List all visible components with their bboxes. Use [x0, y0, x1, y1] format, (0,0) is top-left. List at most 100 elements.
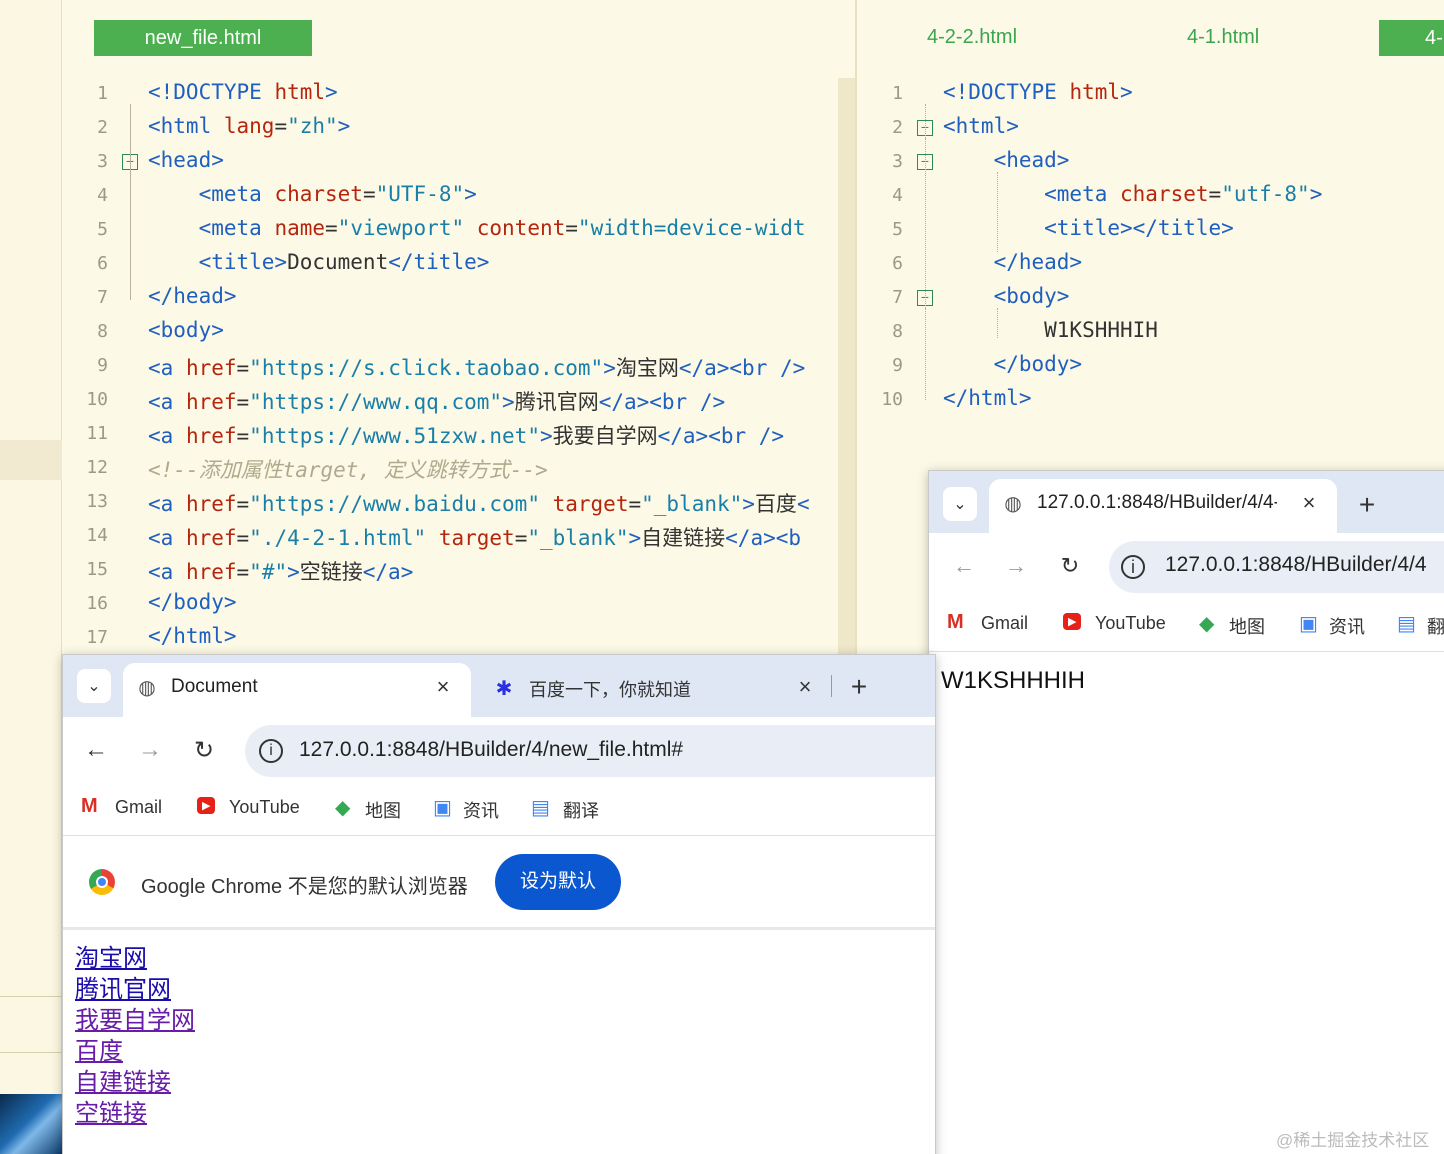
- bookmark-news[interactable]: 资讯: [463, 797, 499, 823]
- code-line[interactable]: <html lang="zh">: [148, 114, 350, 138]
- link-self[interactable]: 自建链接: [75, 1067, 195, 1098]
- line-number: 12: [86, 457, 108, 478]
- bookmark-news[interactable]: 资讯: [1329, 613, 1365, 639]
- bookmark-maps[interactable]: 地图: [1229, 613, 1265, 639]
- code-line[interactable]: <title></title>: [943, 216, 1234, 240]
- close-tab-icon[interactable]: ×: [791, 673, 819, 701]
- code-line[interactable]: <a href="./4-2-1.html" target="_blank">自…: [148, 522, 801, 552]
- site-info-icon[interactable]: i: [1121, 555, 1145, 579]
- close-tab-icon[interactable]: ×: [1295, 489, 1323, 517]
- gmail-icon: M: [947, 611, 964, 633]
- back-icon[interactable]: ←: [947, 549, 981, 583]
- link-qq[interactable]: 腾讯官网: [75, 974, 195, 1005]
- address-bar[interactable]: i 127.0.0.1:8848/HBuilder/4/new_file.htm…: [245, 725, 935, 777]
- bookmark-gmail[interactable]: Gmail: [115, 797, 162, 818]
- line-number: 11: [86, 423, 108, 444]
- line-number: 6: [97, 253, 108, 274]
- chrome-logo-icon: [89, 869, 115, 895]
- code-line[interactable]: <a href="https://s.click.taobao.com">淘宝网…: [148, 352, 805, 382]
- code-line[interactable]: <meta charset="utf-8">: [943, 182, 1322, 206]
- code-line[interactable]: <!--添加属性target, 定义跳转方式-->: [148, 454, 548, 484]
- globe-icon: ◍: [1004, 492, 1022, 515]
- code-line[interactable]: <html>: [943, 114, 1019, 138]
- code-line[interactable]: <body>: [943, 284, 1070, 308]
- code-line[interactable]: <meta charset="UTF-8">: [148, 182, 477, 206]
- project-sidebar: [0, 0, 62, 1154]
- tab-4-2-2[interactable]: 4-2-2.html: [927, 26, 1017, 49]
- code-line[interactable]: <a href="https://www.qq.com">腾讯官网</a><br…: [148, 386, 725, 416]
- line-number: 1: [892, 83, 903, 104]
- code-line[interactable]: W1KSHHHIH: [943, 318, 1158, 342]
- code-line[interactable]: <meta name="viewport" content="width=dev…: [148, 216, 806, 240]
- code-line[interactable]: </body>: [148, 590, 237, 614]
- sidebar-row[interactable]: [0, 440, 62, 480]
- new-tab-icon[interactable]: +: [841, 669, 877, 705]
- code-line[interactable]: <head>: [943, 148, 1070, 172]
- link-empty[interactable]: 空链接: [75, 1098, 195, 1129]
- code-line[interactable]: <head>: [148, 148, 224, 172]
- code-line[interactable]: <!DOCTYPE html>: [148, 80, 338, 104]
- code-line[interactable]: </body>: [943, 352, 1083, 376]
- code-line[interactable]: </html>: [148, 624, 237, 648]
- link-baidu[interactable]: 百度: [75, 1036, 195, 1067]
- new-tab-icon[interactable]: +: [1349, 487, 1385, 523]
- bookmark-youtube[interactable]: YouTube: [229, 797, 300, 818]
- tab-document[interactable]: ◍ Document ×: [123, 663, 471, 717]
- bookmark-translate[interactable]: 翻: [1427, 613, 1444, 639]
- fold-guide: [925, 138, 926, 268]
- close-tab-icon[interactable]: ×: [429, 673, 457, 701]
- link-51zxw[interactable]: 我要自学网: [75, 1005, 195, 1036]
- editor-scrollbar[interactable]: [838, 78, 855, 658]
- bookmark-translate[interactable]: 翻译: [563, 797, 599, 823]
- bookmark-gmail[interactable]: Gmail: [981, 613, 1028, 634]
- toolbar-divider: [929, 651, 1444, 652]
- code-line[interactable]: <title>Document</title>: [148, 250, 490, 274]
- line-number: 2: [892, 117, 903, 138]
- line-number: 13: [86, 491, 108, 512]
- bookmark-youtube[interactable]: YouTube: [1095, 613, 1166, 634]
- set-default-button[interactable]: 设为默认: [495, 854, 621, 910]
- code-line[interactable]: </head>: [943, 250, 1083, 274]
- tab-search-button[interactable]: ⌄: [943, 487, 977, 521]
- code-line[interactable]: <a href="https://www.51zxw.net">我要自学网</a…: [148, 420, 784, 450]
- tab-title: Document: [171, 676, 258, 697]
- line-number: 3: [97, 151, 108, 172]
- fold-guide: [997, 172, 998, 252]
- code-line[interactable]: <body>: [148, 318, 224, 342]
- line-number: 8: [892, 321, 903, 342]
- news-icon: ▣: [1299, 613, 1318, 635]
- code-line[interactable]: <a href="#">空链接</a>: [148, 556, 413, 586]
- page-content-text: W1KSHHHIH: [941, 667, 1086, 694]
- youtube-icon: ▶: [197, 797, 216, 814]
- url-text[interactable]: 127.0.0.1:8848/HBuilder/4/4: [1165, 553, 1427, 577]
- link-taobao[interactable]: 淘宝网: [75, 943, 195, 974]
- site-info-icon[interactable]: i: [259, 739, 283, 763]
- forward-icon[interactable]: →: [133, 733, 167, 767]
- taskbar-thumbnail[interactable]: [0, 1094, 62, 1154]
- tab-page[interactable]: ◍ 127.0.0.1:8848/HBuilder/4/4- ×: [989, 479, 1337, 533]
- address-bar[interactable]: i 127.0.0.1:8848/HBuilder/4/4: [1109, 541, 1444, 593]
- tab-new-file[interactable]: new_file.html: [94, 20, 312, 56]
- tab-baidu[interactable]: ✱ 百度一下，你就知道 ×: [481, 663, 841, 717]
- url-text[interactable]: 127.0.0.1:8848/HBuilder/4/new_file.html#: [299, 738, 683, 762]
- code-line[interactable]: </html>: [943, 386, 1032, 410]
- back-icon[interactable]: ←: [79, 733, 113, 767]
- tab-search-button[interactable]: ⌄: [77, 669, 111, 703]
- reload-icon[interactable]: ↻: [187, 733, 221, 767]
- translate-icon: ▤: [531, 797, 550, 819]
- bookmark-maps[interactable]: 地图: [365, 797, 401, 823]
- news-icon: ▣: [433, 797, 452, 819]
- fold-guide: [130, 104, 131, 300]
- line-number: 10: [86, 389, 108, 410]
- line-number: 15: [86, 559, 108, 580]
- code-line[interactable]: <a href="https://www.baidu.com" target="…: [148, 488, 810, 518]
- tab-4-1[interactable]: 4-1.html: [1187, 26, 1259, 49]
- forward-icon[interactable]: →: [999, 549, 1033, 583]
- youtube-icon: ▶: [1063, 613, 1082, 630]
- gmail-icon: M: [81, 795, 98, 817]
- tab-active-right[interactable]: 4-: [1379, 20, 1444, 56]
- code-line[interactable]: <!DOCTYPE html>: [943, 80, 1133, 104]
- reload-icon[interactable]: ↻: [1053, 549, 1087, 583]
- infobar-message: Google Chrome 不是您的默认浏览器: [141, 876, 468, 898]
- code-line[interactable]: </head>: [148, 284, 237, 308]
